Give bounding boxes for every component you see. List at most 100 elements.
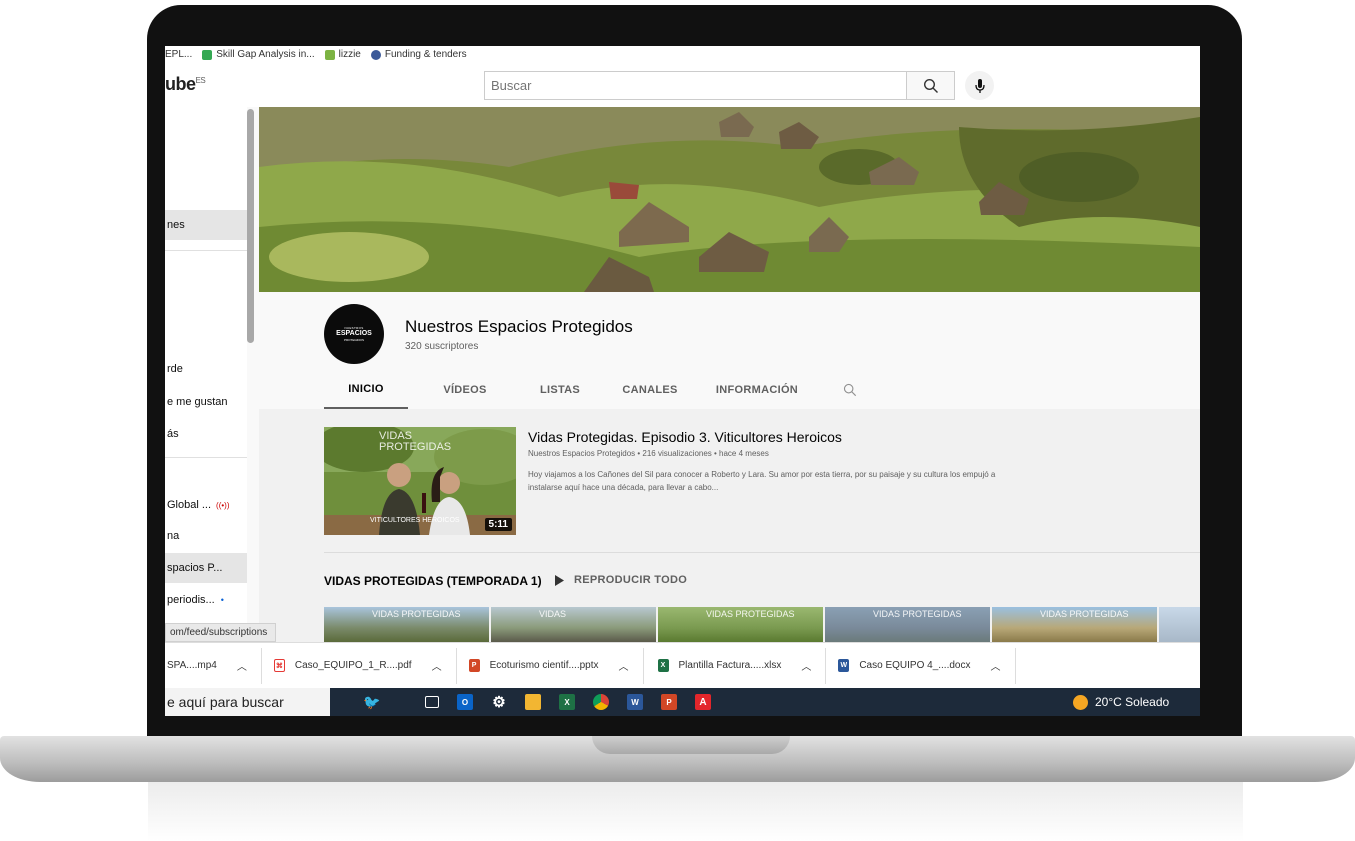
tab-videos[interactable]: VÍDEOS [420,370,510,409]
video-duration: 5:11 [484,518,512,531]
browser-screen: EPL... Skill Gap Analysis in... lizzie F… [165,46,1200,716]
bookmark-label: Skill Gap Analysis in... [216,49,315,60]
download-item[interactable]: P Ecoturismo cientif....pptx ︿ [457,647,644,684]
thumbnail-title-overlay: VIDAS PROTEGIDAS [1040,609,1129,619]
sidebar-item-channel[interactable]: spacios P... [165,553,247,583]
play-all-label: REPRODUCIR TODO [574,574,688,586]
taskbar-app-icons: 🐦 O ⚙ X W P A [337,688,711,716]
featured-video-title[interactable]: Vidas Protegidas. Episodio 3. Viticultor… [528,429,842,445]
chevron-up-icon[interactable]: ︿ [619,658,629,673]
shelf-video-thumbnail[interactable]: VIDAS PROTEGIDAS [658,607,823,642]
link-status-url: om/feed/subscriptions [165,623,277,642]
outlook-icon[interactable]: O [457,694,473,710]
sidebar-item-channel[interactable]: na [165,521,247,551]
search-box[interactable] [484,71,907,100]
youtube-logo[interactable]: ubeES [165,74,206,95]
chevron-up-icon[interactable]: ︿ [801,658,811,673]
bookmark-icon [324,49,335,60]
bookmark-item[interactable]: Skill Gap Analysis in... [202,49,315,60]
live-icon: ((•)) [216,500,230,510]
bookmark-item[interactable]: lizzie [324,49,361,60]
shelf-video-thumbnail[interactable]: VIDAS PROTEGIDAS [324,607,489,642]
file-explorer-icon[interactable] [525,694,541,710]
featured-video-thumbnail[interactable]: VIDAS PROTEGIDAS VITICULTORES HEROICOS 5… [324,427,516,535]
sidebar-item-watch-later[interactable]: rde [165,354,247,384]
excel-icon[interactable]: X [559,694,575,710]
download-item[interactable]: ⌘ Caso_EQUIPO_1_R....pdf ︿ [262,647,457,684]
pdf-file-icon: ⌘ [273,659,285,672]
bookmark-item[interactable]: Funding & tenders [370,49,467,60]
thumbnail-title-overlay: VIDAS PROTEGIDAS [372,609,461,619]
voice-search-button[interactable] [965,71,994,100]
channel-search-button[interactable] [830,370,870,409]
channel-avatar[interactable]: NUESTROS ESPACIOS PROTEGIDOS [324,304,384,364]
tab-inicio[interactable]: INICIO [324,370,408,409]
sidebar-item-channel[interactable]: periodis... • [165,585,247,615]
sidebar-item-label: ás [167,428,179,440]
channel-header: NUESTROS ESPACIOS PROTEGIDOS Nuestros Es… [259,292,1200,409]
weather-widget[interactable]: 20°C Soleado [1073,688,1169,716]
chevron-up-icon[interactable]: ︿ [432,658,442,673]
chevron-up-icon[interactable]: ︿ [991,658,1001,673]
subscriber-count: 320 suscriptores [405,341,479,352]
bookmark-item[interactable]: EPL... [165,49,192,60]
thumbnail-title-text: PROTEGIDAS [379,441,452,453]
avatar-text: ESPACIOS [336,330,372,337]
bookmark-label: Funding & tenders [384,49,467,60]
powerpoint-file-icon: P [468,659,480,672]
microphone-icon [974,78,985,93]
tab-informacion[interactable]: INFORMACIÓN [702,370,812,409]
channel-banner [259,107,1200,292]
chevron-up-icon[interactable]: ︿ [237,658,247,673]
acrobat-icon[interactable]: A [695,694,711,710]
thumbnail-title-overlay: VIDAS PROTEGIDAS [706,609,795,619]
weather-text: 20°C Soleado [1095,695,1170,709]
bird-doodle-icon[interactable]: 🐦 [337,694,407,710]
shelf-video-thumbnail-partial[interactable] [1159,607,1200,642]
bookmark-label: lizzie [338,49,361,60]
bookmarks-bar: EPL... Skill Gap Analysis in... lizzie F… [165,46,1200,63]
playlist-shelf-title[interactable]: VIDAS PROTEGIDAS (TEMPORADA 1) [324,574,542,588]
sidebar-item-label: na [167,530,180,542]
laptop-reflection [148,782,1243,841]
download-item[interactable]: W Caso EQUIPO 4_....docx ︿ [826,647,1016,684]
search-icon [923,78,938,93]
taskbar-search-box[interactable]: e aquí para buscar [165,688,330,716]
thumbnail-title-overlay: VIDAS PROTEGIDAS [873,609,962,619]
sidebar-item-liked[interactable]: e me gustan [165,387,247,417]
download-item[interactable]: SPA....mp4 ︿ [165,647,262,684]
sidebar-item-label: periodis... [167,594,215,606]
thumbnail-title-overlay: VIDAS [539,609,567,619]
excel-file-icon: X [657,659,669,672]
banner-landscape-image [259,107,1200,292]
bookmark-label: EPL... [165,49,193,60]
sidebar-divider [165,250,247,251]
sidebar-item-label: nes [167,219,185,231]
search-button[interactable] [907,71,955,100]
section-divider [324,552,1200,553]
sidebar-item-label: spacios P... [167,562,223,574]
word-icon[interactable]: W [627,694,643,710]
shelf-video-thumbnail[interactable]: VIDAS [491,607,656,642]
thumbnail-caption: VITICULTORES HEROICOS [370,517,460,524]
playlist-shelf: VIDAS PROTEGIDAS VIDAS VIDAS PROTEGIDAS … [324,607,1200,642]
powerpoint-icon[interactable]: P [661,694,677,710]
sidebar-item-more[interactable]: ás [165,419,247,449]
sidebar-item-label: Global ... [167,499,212,511]
tab-listas[interactable]: LISTAS [520,370,600,409]
sidebar-item-label: rde [167,363,183,375]
shelf-video-thumbnail[interactable]: VIDAS PROTEGIDAS [825,607,990,642]
chrome-icon[interactable] [593,694,609,710]
settings-gear-icon[interactable]: ⚙ [491,694,507,711]
channel-tabs: INICIO VÍDEOS LISTAS CANALES INFORMACIÓN [324,370,870,409]
tab-canales[interactable]: CANALES [610,370,690,409]
download-filename: Caso EQUIPO 4_....docx [859,660,971,671]
sidebar-item-subscriptions[interactable]: nes [165,210,247,240]
play-all-button[interactable]: REPRODUCIR TODO [555,574,687,586]
sidebar-item-channel[interactable]: Global ... ((•)) [165,490,247,520]
download-item[interactable]: X Plantilla Factura.....xlsx ︿ [644,647,827,684]
search-input[interactable] [485,72,906,99]
shelf-video-thumbnail[interactable]: VIDAS PROTEGIDAS [992,607,1157,642]
sidebar-scrollbar[interactable] [247,109,254,343]
task-view-icon[interactable] [425,696,439,708]
